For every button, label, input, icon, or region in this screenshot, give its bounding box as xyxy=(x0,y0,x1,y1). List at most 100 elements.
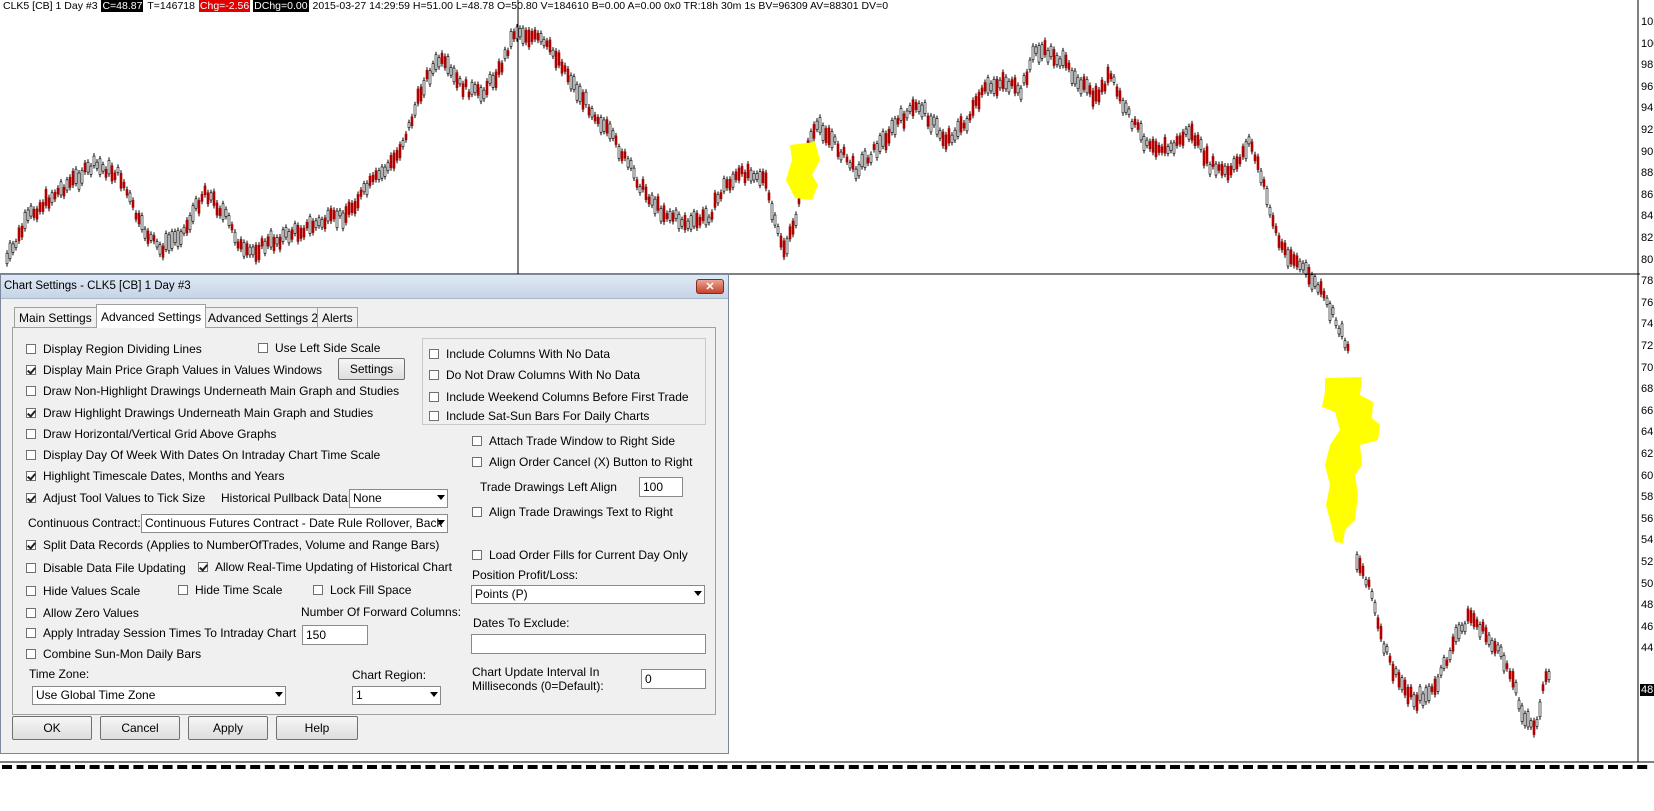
checkbox-box[interactable] xyxy=(26,563,36,573)
value-scale-label: 72 xyxy=(1641,340,1654,352)
use-left-side-scale-checkbox[interactable]: Use Left Side Scale xyxy=(258,341,380,355)
checkbox-box[interactable] xyxy=(26,586,36,596)
display-region-dividing-lines-checkbox[interactable]: Display Region Dividing Lines xyxy=(26,342,202,356)
checkbox-box[interactable] xyxy=(26,608,36,618)
checkbox-box[interactable] xyxy=(178,585,188,595)
price-bar xyxy=(107,160,111,175)
checkbox-box[interactable] xyxy=(26,408,36,418)
price-bar xyxy=(104,168,108,178)
continuous-contract-select[interactable]: Continuous Futures Contract - Date Rule … xyxy=(141,514,448,533)
highlight-drawing xyxy=(786,142,820,200)
price-bar xyxy=(1508,670,1512,680)
checkbox-box[interactable] xyxy=(429,411,439,421)
do-not-draw-columns-checkbox[interactable]: Do Not Draw Columns With No Data xyxy=(429,368,640,382)
checkbox-box[interactable] xyxy=(258,343,268,353)
price-bar xyxy=(452,67,456,83)
price-bar xyxy=(509,31,513,47)
checkbox-box[interactable] xyxy=(26,365,36,375)
hide-time-scale-checkbox[interactable]: Hide Time Scale xyxy=(178,583,282,597)
tab-advanced-settings-2[interactable]: Advanced Settings 2 xyxy=(203,307,324,327)
chart-region-select[interactable]: 1 xyxy=(352,686,441,705)
price-bar xyxy=(1034,46,1038,54)
price-bar xyxy=(254,244,258,262)
apply-intraday-session-checkbox[interactable]: Apply Intraday Session Times To Intraday… xyxy=(26,626,296,640)
adjust-tool-values-checkbox[interactable]: Adjust Tool Values to Tick Size xyxy=(26,491,205,505)
checkbox-box[interactable] xyxy=(429,370,439,380)
split-data-records-checkbox[interactable]: Split Data Records (Applies to NumberOfT… xyxy=(26,538,439,552)
load-order-fills-checkbox[interactable]: Load Order Fills for Current Day Only xyxy=(472,548,688,562)
ok-button[interactable]: OK xyxy=(12,716,92,740)
trade-drawings-left-align-input[interactable]: 100 xyxy=(639,477,683,497)
checkbox-box[interactable] xyxy=(429,349,439,359)
price-bar xyxy=(1406,686,1410,705)
display-day-of-week-checkbox[interactable]: Display Day Of Week With Dates On Intrad… xyxy=(26,448,380,462)
number-forward-columns-input[interactable]: 150 xyxy=(302,625,368,645)
draw-non-highlight-checkbox[interactable]: Draw Non-Highlight Drawings Underneath M… xyxy=(26,384,399,398)
disable-data-file-updating-checkbox[interactable]: Disable Data File Updating xyxy=(26,561,186,575)
time-zone-select[interactable]: Use Global Time Zone xyxy=(32,686,286,705)
checkbox-box[interactable] xyxy=(26,649,36,659)
draw-highlight-checkbox[interactable]: Draw Highlight Drawings Underneath Main … xyxy=(26,406,373,420)
checkbox-box[interactable] xyxy=(429,392,439,402)
position-profit-loss-select[interactable]: Points (P) xyxy=(471,585,705,604)
time-scale-tick xyxy=(1140,765,1151,769)
tab-alerts[interactable]: Alerts xyxy=(317,307,358,327)
checkbox-box[interactable] xyxy=(472,436,482,446)
checkbox-box[interactable] xyxy=(313,585,323,595)
tab-advanced-settings[interactable]: Advanced Settings xyxy=(96,304,207,328)
checkbox-box[interactable] xyxy=(26,429,36,439)
display-main-price-values-checkbox[interactable]: Display Main Price Graph Values in Value… xyxy=(26,363,322,377)
checkbox-box[interactable] xyxy=(26,628,36,638)
checkbox-box[interactable] xyxy=(26,540,36,550)
apply-button[interactable]: Apply xyxy=(188,716,268,740)
checkbox-box[interactable] xyxy=(26,386,36,396)
checkbox-box[interactable] xyxy=(472,550,482,560)
highlight-timescale-checkbox[interactable]: Highlight Timescale Dates, Months and Ye… xyxy=(26,469,284,483)
align-order-cancel-checkbox[interactable]: Align Order Cancel (X) Button to Right xyxy=(472,455,692,469)
include-columns-no-data-checkbox[interactable]: Include Columns With No Data xyxy=(429,347,610,361)
price-bar xyxy=(1193,135,1197,147)
attach-trade-window-checkbox[interactable]: Attach Trade Window to Right Side xyxy=(472,434,675,448)
include-sat-sun-checkbox[interactable]: Include Sat-Sun Bars For Daily Charts xyxy=(429,409,649,423)
price-bar xyxy=(176,230,180,247)
time-scale-tick xyxy=(148,765,158,769)
time-scale-tick xyxy=(104,765,115,769)
price-bar xyxy=(866,157,870,164)
price-bar xyxy=(1013,77,1017,94)
checkbox-box[interactable] xyxy=(472,507,482,517)
align-trade-drawings-text-checkbox[interactable]: Align Trade Drawings Text to Right xyxy=(472,505,673,519)
help-button[interactable]: Help xyxy=(276,716,358,740)
chart-update-interval-input[interactable]: 0 xyxy=(641,669,706,689)
historical-pullback-select[interactable]: None xyxy=(349,489,448,508)
allow-realtime-updating-checkbox[interactable]: Allow Real-Time Updating of Historical C… xyxy=(198,560,452,574)
price-bar xyxy=(1466,608,1470,622)
settings-button[interactable]: Settings xyxy=(338,358,405,380)
value-scale-label: 56 xyxy=(1641,512,1654,525)
close-button[interactable]: ✕ xyxy=(696,279,724,294)
checkbox-box[interactable] xyxy=(472,457,482,467)
combine-sun-mon-checkbox[interactable]: Combine Sun-Mon Daily Bars xyxy=(26,647,201,661)
checkbox-box[interactable] xyxy=(26,493,36,503)
cancel-button[interactable]: Cancel xyxy=(100,716,180,740)
checkbox-box[interactable] xyxy=(26,344,36,354)
price-bar xyxy=(236,241,240,249)
price-bar xyxy=(647,196,651,205)
price-bar xyxy=(815,120,819,130)
include-weekend-columns-checkbox[interactable]: Include Weekend Columns Before First Tra… xyxy=(429,390,689,404)
price-bar xyxy=(848,162,852,169)
checkbox-box[interactable] xyxy=(26,450,36,460)
checkbox-box[interactable] xyxy=(26,471,36,481)
price-bar xyxy=(1493,641,1497,654)
draw-grid-above-checkbox[interactable]: Draw Horizontal/Vertical Grid Above Grap… xyxy=(26,427,276,441)
checkbox-box[interactable] xyxy=(198,562,208,572)
price-bar xyxy=(911,99,915,117)
dialog-titlebar[interactable]: Chart Settings - CLK5 [CB] 1 Day #3 ✕ xyxy=(1,275,728,299)
time-scale-tick xyxy=(1243,765,1253,769)
dates-to-exclude-input[interactable] xyxy=(471,634,706,654)
value-scale-label: 76 xyxy=(1641,296,1654,309)
hide-values-scale-checkbox[interactable]: Hide Values Scale xyxy=(26,584,140,598)
time-scale-tick xyxy=(1330,765,1341,769)
allow-zero-values-checkbox[interactable]: Allow Zero Values xyxy=(26,606,139,620)
tab-main-settings[interactable]: Main Settings xyxy=(14,307,97,327)
lock-fill-space-checkbox[interactable]: Lock Fill Space xyxy=(313,583,411,597)
